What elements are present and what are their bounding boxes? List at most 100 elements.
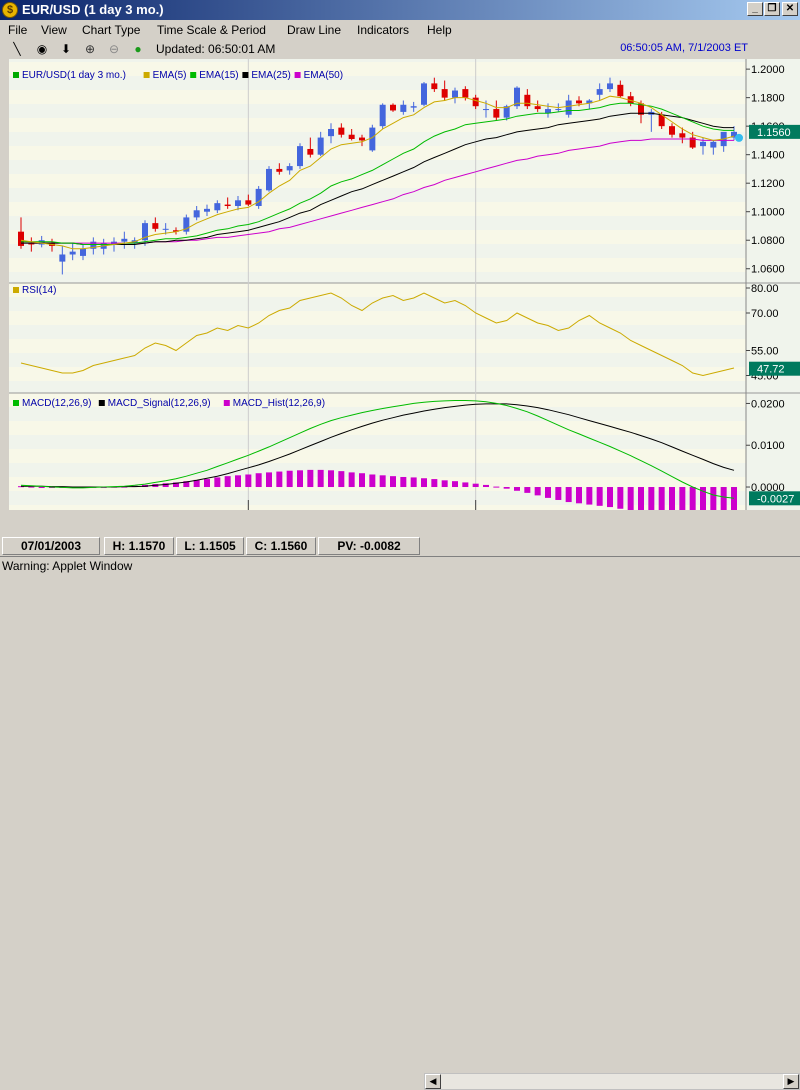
macd-hist-bar	[266, 472, 272, 488]
grid-band	[9, 449, 746, 463]
candle-body	[493, 109, 500, 118]
globe-icon[interactable]: ●	[130, 41, 146, 57]
menu-draw-line[interactable]: Draw Line	[287, 23, 341, 37]
legend-label: EUR/USD(1 day 3 mo.)	[22, 70, 126, 81]
candle	[255, 186, 262, 209]
candle-body	[307, 148, 314, 155]
macd-hist-bar	[483, 484, 489, 488]
zoom-in-icon[interactable]: ⊕	[82, 41, 98, 57]
candle-body	[710, 141, 717, 148]
candle-body	[162, 228, 169, 230]
candle-body	[69, 251, 76, 255]
grid-band	[9, 118, 746, 132]
menu-time-scale[interactable]: Time Scale & Period	[157, 23, 266, 37]
macd-hist-bar	[607, 487, 613, 508]
macd-hist-bar	[576, 487, 582, 504]
status-low: L: 1.1505	[176, 537, 244, 555]
y-tick-label: 80.00	[751, 283, 779, 295]
macd-hist-bar	[390, 476, 396, 488]
legend-swatch	[13, 400, 19, 406]
candle-body	[224, 204, 231, 207]
zoom-out-icon[interactable]: ⊖	[106, 41, 122, 57]
macd-hist-bar	[369, 474, 376, 488]
candle	[297, 143, 303, 169]
y-tick-label: 1.1000	[751, 207, 785, 219]
title-bar[interactable]: $ EUR/USD (1 day 3 mo.) _ ❐ ✕	[0, 0, 800, 20]
maximize-icon[interactable]: ❐	[764, 2, 780, 16]
menu-chart-type[interactable]: Chart Type	[82, 23, 140, 37]
macd-hist-bar	[720, 487, 727, 510]
candle-body	[617, 84, 624, 97]
close-icon[interactable]: ✕	[782, 2, 798, 16]
candle-body	[565, 100, 572, 115]
toolbar: ╲ ◉ ⬇ ⊕ ⊖ ● Updated: 06:50:01 AM 06:50:0…	[0, 40, 800, 58]
macd-hist-bar	[245, 474, 252, 488]
candle-body	[555, 109, 562, 111]
legend-label: MACD(12,26,9)	[22, 398, 91, 409]
y-tick-label: 1.1200	[751, 178, 785, 190]
macd-hist-bar	[452, 481, 458, 488]
macd-hist-bar	[648, 487, 655, 510]
arrow-down-icon[interactable]: ⬇	[58, 41, 74, 57]
macd-hist-bar	[534, 487, 541, 496]
menu-file[interactable]: File	[8, 23, 27, 37]
draw-line-icon[interactable]: ╲	[9, 41, 25, 57]
macd-hist-bar	[297, 470, 303, 488]
menu-help[interactable]: Help	[427, 23, 452, 37]
updated-time: Updated: 06:50:01 AM	[156, 42, 276, 56]
grid-band	[9, 421, 746, 435]
chart-area[interactable]: 1.20001.18001.16001.14001.12001.10001.08…	[9, 59, 800, 510]
candle	[183, 214, 190, 235]
macd-hist-bar	[224, 476, 231, 488]
scroll-right-icon[interactable]: ▶	[783, 1074, 799, 1089]
macd-hist-bar	[441, 480, 448, 488]
candle-body	[152, 223, 159, 229]
legend-swatch	[190, 72, 197, 78]
legend-label: MACD_Signal(12,26,9)	[108, 398, 211, 409]
legend-label: EMA(5)	[153, 70, 187, 81]
macd-hist-bar	[679, 487, 686, 510]
horizontal-scrollbar[interactable]: ◀ ▶	[424, 1073, 800, 1090]
grid-band	[9, 283, 746, 297]
candle-body	[255, 188, 262, 207]
macd-hist-bar	[38, 487, 45, 489]
menu-indicators[interactable]: Indicators	[357, 23, 409, 37]
candle-body	[266, 168, 272, 191]
legend-label: EMA(15)	[199, 70, 238, 81]
candle-body	[452, 90, 458, 98]
legend-label: EMA(25)	[251, 70, 290, 81]
macd-hist-bar	[214, 477, 221, 488]
y-tick-label: 1.0800	[751, 235, 785, 247]
macd-hist-bar	[514, 487, 520, 491]
minimize-icon[interactable]: _	[747, 2, 763, 16]
candle	[421, 81, 427, 107]
applet-window: $ EUR/USD (1 day 3 mo.) _ ❐ ✕ File View …	[0, 0, 800, 1090]
macd-hist-bar	[503, 487, 510, 489]
candle-body	[431, 83, 438, 90]
grid-band	[9, 202, 746, 216]
app-icon: $	[2, 2, 18, 18]
legend-swatch	[98, 400, 105, 406]
macd-hist-bar	[307, 469, 314, 488]
macd-hist-bar	[638, 487, 644, 510]
scroll-left-icon[interactable]: ◀	[425, 1074, 441, 1089]
y-tick-label: 0.0200	[751, 398, 785, 410]
y-tick-label: 70.00	[751, 308, 779, 320]
last-price-dot	[735, 133, 743, 142]
candle-body	[317, 137, 324, 155]
candle-body	[524, 94, 531, 107]
menu-view[interactable]: View	[41, 23, 67, 37]
grid-band	[9, 339, 746, 353]
macd-hist-bar	[255, 473, 262, 488]
candle-body	[679, 133, 686, 138]
status-close: C: 1.1560	[246, 537, 316, 555]
candle-body	[121, 238, 128, 242]
macd-hist-bar	[235, 475, 241, 488]
crosshair-icon[interactable]: ◉	[34, 41, 50, 57]
candle-body	[245, 200, 252, 205]
macd-hist-bar	[400, 476, 407, 488]
legend-swatch	[223, 400, 230, 406]
window-title: EUR/USD (1 day 3 mo.)	[22, 2, 164, 17]
candle-body	[328, 129, 334, 137]
macd-hist-bar	[286, 470, 293, 488]
